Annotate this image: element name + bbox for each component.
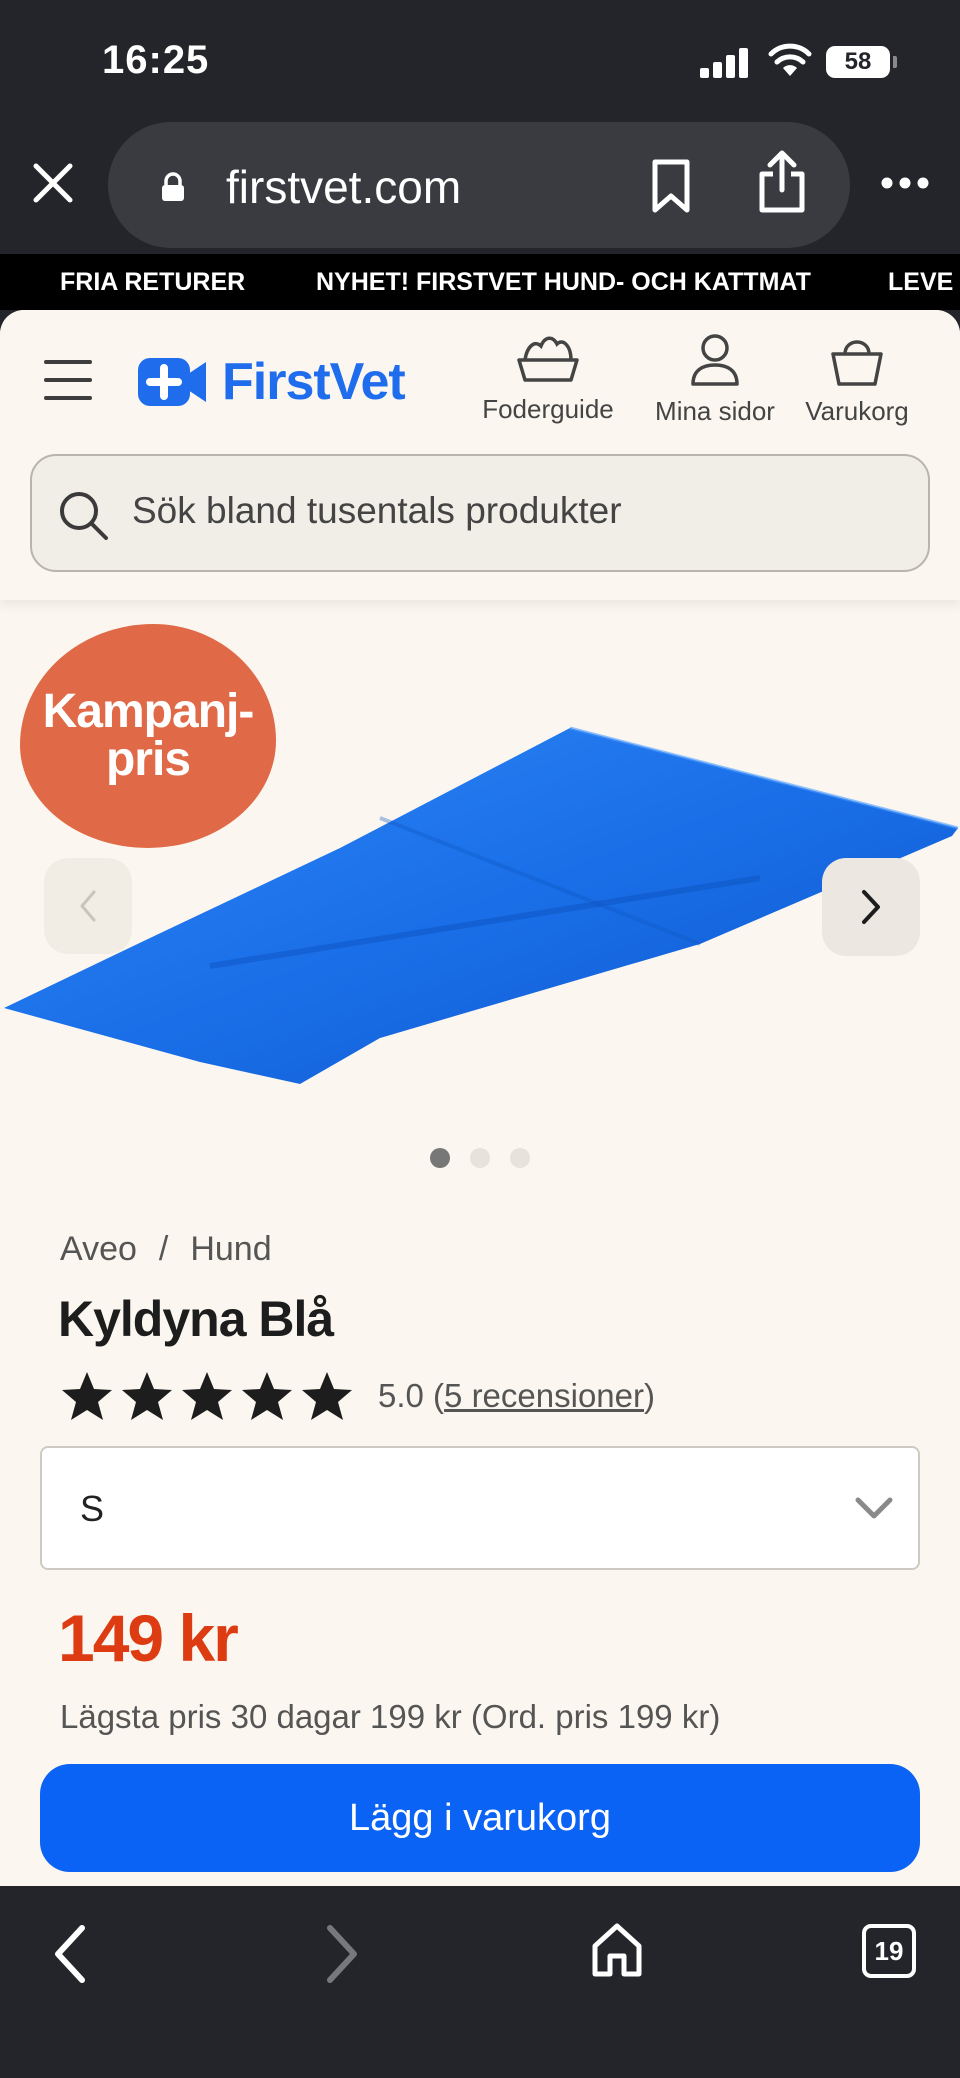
breadcrumb-separator: / [158, 1230, 169, 1268]
announcement-bar: FRIA RETURER NYHET! FIRSTVET HUND- OCH K… [0, 254, 960, 310]
close-icon[interactable] [30, 160, 76, 206]
star-icon [302, 1372, 352, 1420]
lock-icon [162, 172, 184, 201]
next-image-button[interactable] [822, 858, 920, 956]
nav-label: Mina sidor [655, 396, 775, 426]
firstvet-logo[interactable]: FirstVet [138, 353, 406, 411]
star-icon [62, 1372, 112, 1420]
share-icon[interactable] [756, 150, 808, 214]
size-selected-value: S [80, 1488, 105, 1529]
announcement-item: NYHET! FIRSTVET HUND- OCH KATTMAT [316, 268, 811, 296]
rating-value: 5.0 [378, 1377, 424, 1414]
tabs-button[interactable]: 19 [862, 1924, 916, 1978]
battery-cap [893, 56, 897, 68]
size-select[interactable]: S [40, 1446, 920, 1570]
chevron-down-icon [855, 1497, 893, 1519]
more-options-icon[interactable] [880, 176, 930, 190]
badge-line: Kampanj- [42, 685, 255, 738]
site-header: FirstVet Foderguide Mina sidor Varukorg [0, 310, 960, 600]
product-price: 149 kr [58, 1601, 239, 1675]
battery-icon: 58 [826, 46, 890, 78]
product-page: FirstVet Foderguide Mina sidor Varukorg [0, 310, 960, 1886]
pagination-dot[interactable] [510, 1148, 530, 1168]
product-rating: 5.0 (5 recensioner) [60, 1368, 655, 1424]
browser-bottom-toolbar: 19 [0, 1886, 960, 2078]
user-icon [691, 334, 739, 386]
nav-foderguide[interactable]: Foderguide [478, 332, 618, 425]
cellular-signal-icon [700, 46, 750, 78]
nav-label: Foderguide [482, 394, 614, 424]
browser-toolbar: firstvet.com [0, 120, 960, 254]
search-input[interactable] [132, 490, 892, 532]
star-icon [182, 1372, 232, 1420]
wifi-icon [768, 43, 812, 76]
status-bar: 16:25 58 [0, 0, 960, 120]
star-rating [60, 1370, 360, 1422]
rating-text: 5.0 (5 recensioner) [378, 1377, 655, 1414]
url-text[interactable]: firstvet.com [226, 160, 461, 214]
badge-line: pris [105, 733, 191, 786]
add-to-cart-button[interactable]: Lägg i varukorg [40, 1764, 920, 1872]
announcement-item: LEVE [888, 268, 954, 296]
bookmark-icon[interactable] [650, 158, 692, 214]
search-icon [60, 492, 108, 540]
menu-icon[interactable] [44, 360, 92, 400]
forward-icon[interactable] [322, 1924, 362, 1984]
status-time: 16:25 [102, 38, 210, 82]
chevron-left-icon [80, 890, 96, 922]
search-bar[interactable] [30, 454, 930, 572]
logo-mark-icon [138, 358, 206, 406]
food-bowl-icon [517, 336, 579, 382]
breadcrumb-brand[interactable]: Aveo [60, 1230, 137, 1268]
pagination-dot-active[interactable] [430, 1148, 450, 1168]
star-icon [122, 1372, 172, 1420]
campaign-badge: Kampanj- pris [20, 624, 276, 848]
announcement-item: FRIA RETURER [60, 268, 246, 296]
nav-varukorg[interactable]: Varukorg [802, 332, 912, 427]
breadcrumb: Aveo / Hund [60, 1230, 272, 1269]
chevron-right-icon [862, 890, 880, 924]
nav-mina-sidor[interactable]: Mina sidor [650, 332, 780, 427]
back-icon[interactable] [50, 1924, 90, 1984]
reviews-link[interactable]: 5 recensioner [444, 1377, 644, 1414]
pagination-dot[interactable] [470, 1148, 490, 1168]
star-icon [242, 1372, 292, 1420]
nav-label: Varukorg [805, 396, 909, 426]
basket-icon [831, 340, 883, 386]
home-icon[interactable] [590, 1922, 644, 1978]
breadcrumb-category[interactable]: Hund [190, 1230, 271, 1268]
logo-text: FirstVet [222, 353, 406, 411]
gallery-pagination [430, 1148, 530, 1172]
product-title: Kyldyna Blå [58, 1291, 334, 1347]
previous-image-button[interactable] [44, 858, 132, 954]
product-gallery[interactable]: Kampanj- pris [0, 600, 960, 1200]
price-note: Lägsta pris 30 dagar 199 kr (Ord. pris 1… [60, 1698, 721, 1735]
address-bar[interactable]: firstvet.com [108, 122, 850, 248]
